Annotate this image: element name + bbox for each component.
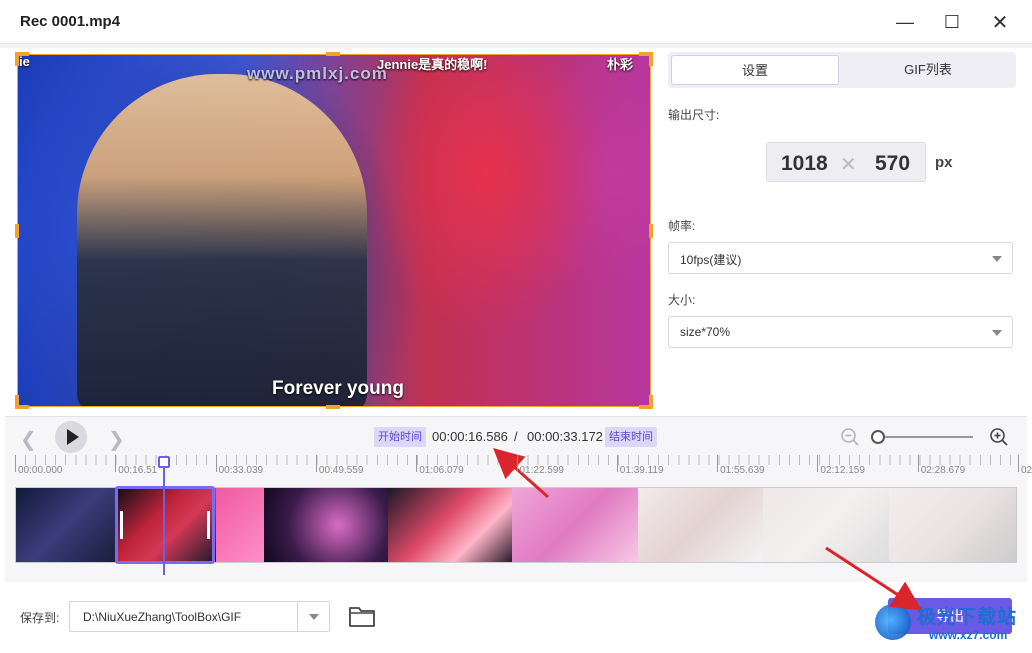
chevron-down-icon[interactable] xyxy=(309,614,319,620)
times-icon: ✕ xyxy=(840,154,857,176)
timeline-tick-label: 01:22.599 xyxy=(519,465,565,476)
crop-handle-top[interactable] xyxy=(326,52,340,56)
folder-icon[interactable] xyxy=(348,604,376,628)
chevron-down-icon xyxy=(992,256,1002,262)
site-watermark: 极光下载站 www.xz7.com xyxy=(875,598,1025,648)
video-overlay-caption: Jennie是真的稳啊! xyxy=(377,57,488,72)
chevron-right-icon[interactable]: ❯ xyxy=(108,427,125,452)
output-width[interactable]: 1018 xyxy=(781,152,828,176)
video-overlay-left: ie xyxy=(19,54,30,69)
timeline-tick-label: 00:49.559 xyxy=(318,465,364,476)
crop-handle-left[interactable] xyxy=(15,224,19,238)
timeline-major-tick xyxy=(917,455,919,472)
filmstrip-thumb xyxy=(763,488,889,562)
end-time-tag: 结束时间 xyxy=(605,427,657,447)
filmstrip-thumb xyxy=(264,488,388,562)
tab-settings[interactable]: 设置 xyxy=(671,55,839,85)
crop-handle-bottom-right-v[interactable] xyxy=(649,395,653,409)
size-select[interactable]: size*70% xyxy=(668,316,1013,348)
tab-gif-list[interactable]: GIF列表 xyxy=(843,55,1013,85)
timeline-major-tick xyxy=(817,455,819,472)
save-path-select[interactable]: D:\NiuXueZhang\ToolBox\GIF xyxy=(69,601,330,632)
save-to-label: 保存到: xyxy=(20,611,60,625)
fps-select[interactable]: 10fps(建议) xyxy=(668,242,1013,274)
video-watermark: www.pmlxj.com xyxy=(247,64,388,83)
timeline-tick-label: 02:28.679 xyxy=(920,465,966,476)
playhead[interactable] xyxy=(163,457,165,575)
timeline-tick-label: 01:06.079 xyxy=(419,465,464,476)
playhead-handle[interactable] xyxy=(158,456,170,468)
selection-range[interactable] xyxy=(115,486,215,564)
timeline-major-tick xyxy=(717,455,719,472)
timeline-major-tick xyxy=(516,455,518,472)
timeline-tick-label: 00:00.000 xyxy=(18,465,63,476)
start-time-tag: 开始时间 xyxy=(374,427,426,447)
size-label: 大小: xyxy=(668,293,696,307)
time-separator: / xyxy=(514,429,518,444)
output-height[interactable]: 570 xyxy=(875,152,910,176)
timeline-major-tick xyxy=(1018,455,1019,472)
maximize-button[interactable]: ☐ xyxy=(940,10,964,34)
watermark-title: 极光下载站 xyxy=(917,607,1018,628)
timeline-major-tick xyxy=(15,455,16,472)
play-button[interactable] xyxy=(55,421,87,453)
video-preview[interactable]: ie www.pmlxj.com Jennie是真的稳啊! 朴彩 Forever… xyxy=(17,54,651,407)
play-icon xyxy=(66,429,79,445)
filmstrip-thumb xyxy=(388,488,512,562)
timeline-major-tick xyxy=(416,455,418,472)
filmstrip-thumb xyxy=(512,488,638,562)
crop-handle-top-left-v[interactable] xyxy=(15,52,19,66)
settings-tabs: 设置 GIF列表 xyxy=(668,52,1016,88)
divider xyxy=(297,602,298,631)
site-logo-icon xyxy=(875,604,911,640)
timeline-tick-label: 00:16.51 xyxy=(118,465,158,476)
performer-figure xyxy=(77,74,367,407)
selection-handle-left[interactable] xyxy=(120,511,123,539)
chevron-left-icon[interactable]: ❮ xyxy=(20,427,37,452)
crop-handle-bottom-left-v[interactable] xyxy=(15,395,19,409)
zoom-out-icon[interactable] xyxy=(840,427,860,447)
size-value: size*70% xyxy=(680,325,731,339)
filmstrip-thumb xyxy=(216,488,264,562)
crop-handle-right[interactable] xyxy=(649,224,653,238)
video-overlay-right: 朴彩 xyxy=(607,57,634,72)
timeline-tick-label: 00:33.039 xyxy=(218,465,264,476)
fps-value: 10fps(建议) xyxy=(680,253,742,267)
fps-label: 帧率: xyxy=(668,219,696,233)
timeline-major-tick xyxy=(616,455,618,472)
timeline-major-tick xyxy=(215,455,217,472)
selection-handle-right[interactable] xyxy=(207,511,210,539)
zoom-slider-track[interactable] xyxy=(876,436,973,438)
close-button[interactable]: ✕ xyxy=(988,10,1012,34)
chevron-down-icon xyxy=(992,330,1002,336)
title-separator xyxy=(0,44,1032,48)
end-time[interactable]: 00:00:33.172 xyxy=(527,429,603,444)
size-unit: px xyxy=(935,154,953,171)
timeline-tick-label: 01:39.119 xyxy=(619,465,664,476)
gif-editor-window: Rec 0001.mp4 — ☐ ✕ ie www.pmlxj.com Jenn… xyxy=(0,0,1032,653)
timeline-tick-label: 01:55.639 xyxy=(720,465,765,476)
timeline-major-tick xyxy=(115,455,117,472)
filmstrip-thumb xyxy=(638,488,763,562)
watermark-url: www.xz7.com xyxy=(929,628,1008,642)
zoom-slider-knob[interactable] xyxy=(871,430,885,444)
video-subtitle: Forever young xyxy=(272,378,404,399)
crop-handle-bottom[interactable] xyxy=(326,405,340,409)
minimize-button[interactable]: — xyxy=(893,10,917,34)
crop-handle-top-right-v[interactable] xyxy=(649,52,653,66)
timeline-major-tick xyxy=(315,455,317,472)
zoom-in-icon[interactable] xyxy=(989,427,1009,447)
title-bar: Rec 0001.mp4 — ☐ ✕ xyxy=(0,0,1032,44)
window-title: Rec 0001.mp4 xyxy=(20,13,121,30)
output-size-label: 输出尺寸: xyxy=(668,108,720,122)
filmstrip-thumb xyxy=(16,488,116,562)
output-size-box: 1018 ✕ 570 xyxy=(766,142,926,182)
filmstrip-thumb xyxy=(889,488,1016,562)
save-path-value: D:\NiuXueZhang\ToolBox\GIF xyxy=(83,610,242,624)
timeline-tick-label: 02:12.159 xyxy=(820,465,865,476)
timeline-tick-label: 02 xyxy=(1021,465,1032,476)
start-time[interactable]: 00:00:16.586 xyxy=(432,429,508,444)
